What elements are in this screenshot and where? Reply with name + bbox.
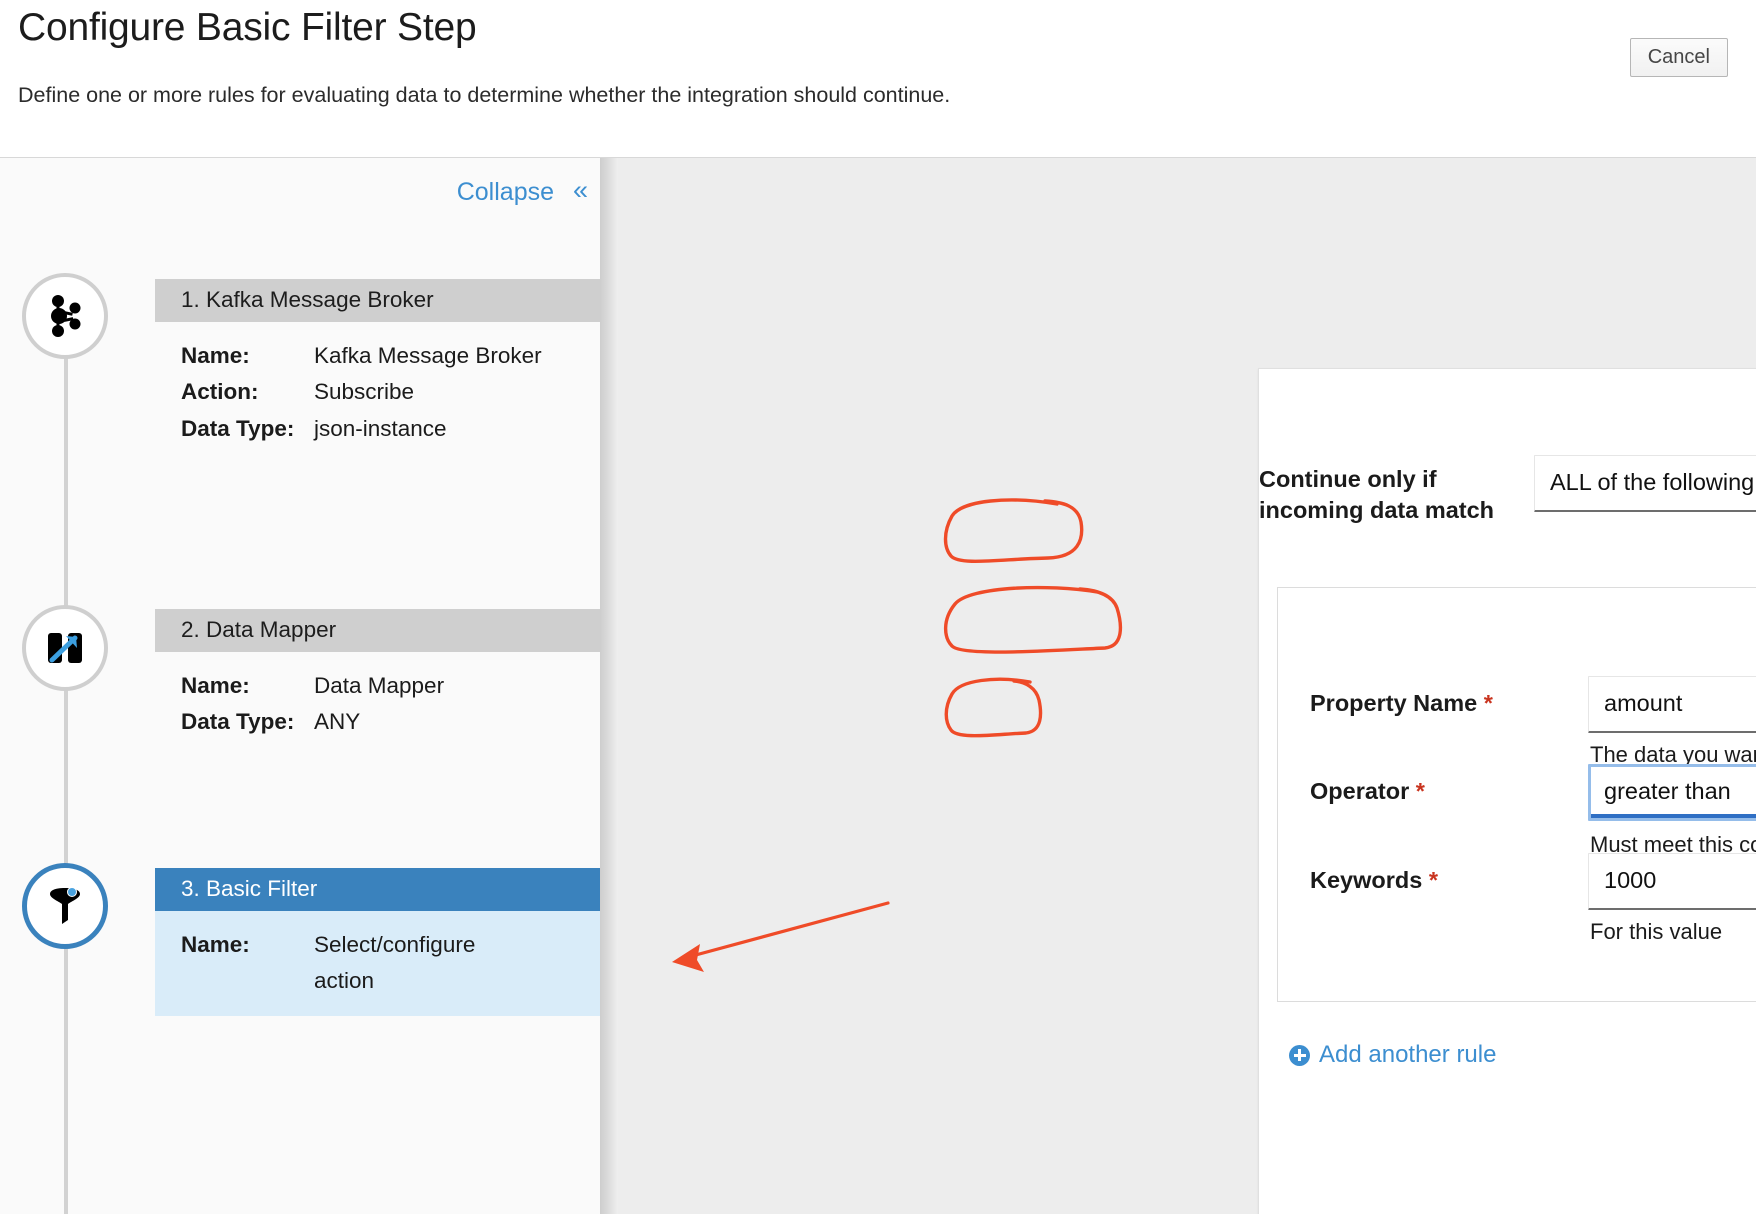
- required-marker: *: [1415, 778, 1425, 804]
- step-node-1[interactable]: [22, 273, 108, 359]
- filter-config-body: Continue only if incoming data match ALL…: [1259, 369, 1756, 1214]
- data-mapper-icon: [48, 633, 82, 663]
- keywords-helper: For this value: [1590, 919, 1723, 944]
- rule-card: Property Name * amount The data you want…: [1277, 587, 1756, 1002]
- field-key: Data Type:: [181, 709, 295, 735]
- step-field-row: Name: Kafka Message Broker: [181, 338, 600, 374]
- cancel-button[interactable]: Cancel: [1629, 38, 1728, 77]
- keywords-value: 1000: [1604, 867, 1657, 893]
- integration-steps-sidebar: Collapse « 1. Kafka Message Broker Name:…: [0, 158, 600, 1214]
- page-header: Configure Basic Filter Step Define one o…: [0, 0, 1756, 158]
- plus-circle-icon: [1289, 1044, 1310, 1066]
- keywords-label: Keywords *: [1310, 867, 1439, 893]
- step-field-row: Action: Subscribe: [181, 374, 600, 410]
- filter-icon: [50, 887, 80, 924]
- field-value: Select/configure action: [314, 932, 476, 994]
- step-card-3-body: Name: Select/configure action: [155, 911, 600, 1016]
- main-stage: Continue only if incoming data match ALL…: [618, 158, 1756, 1214]
- keywords-input-wrap: 1000: [1588, 853, 1756, 910]
- timeline-rail: [64, 348, 68, 1214]
- property-name-input-wrap: amount: [1588, 676, 1756, 733]
- page-title: Configure Basic Filter Step: [18, 6, 477, 49]
- match-type-value: ALL of the following: [1550, 469, 1755, 495]
- filter-config-panel: Continue only if incoming data match ALL…: [1258, 368, 1756, 1214]
- match-type-select[interactable]: ALL of the following: [1534, 455, 1756, 512]
- field-value: Subscribe: [314, 379, 415, 405]
- step-card-1[interactable]: 1. Kafka Message Broker Name: Kafka Mess…: [155, 279, 600, 463]
- match-type-select-wrap: ALL of the following: [1534, 455, 1756, 512]
- step-card-2[interactable]: 2. Data Mapper Name: Data Mapper Data Ty…: [155, 609, 600, 757]
- field-key: Action:: [181, 379, 259, 405]
- keywords-input[interactable]: 1000: [1588, 853, 1756, 910]
- kafka-icon: [51, 295, 81, 337]
- step-node-2[interactable]: [22, 605, 108, 691]
- property-name-label: Property Name *: [1310, 690, 1493, 716]
- step-field-row: Name: Data Mapper: [181, 668, 600, 704]
- app-root: Configure Basic Filter Step Define one o…: [0, 0, 1756, 1214]
- step-card-2-title: 2. Data Mapper: [155, 609, 600, 652]
- operator-select-wrap: greater than: [1588, 764, 1756, 821]
- field-key: Name:: [181, 932, 250, 957]
- step-card-3[interactable]: 3. Basic Filter Name: Select/configure a…: [155, 868, 600, 1016]
- step-card-3-title: 3. Basic Filter: [155, 868, 600, 911]
- collapse-sidebar-button[interactable]: Collapse: [457, 178, 554, 207]
- field-value: Kafka Message Broker: [314, 343, 542, 368]
- step-card-1-title: 1. Kafka Message Broker: [155, 279, 600, 322]
- step-node-3[interactable]: [22, 863, 108, 949]
- add-another-rule-label: Add another rule: [1319, 1041, 1497, 1068]
- operator-value: greater than: [1604, 778, 1731, 804]
- step-field-row: Name: Select/configure action: [181, 927, 495, 1000]
- field-key: Data Type:: [181, 415, 295, 441]
- chevron-double-left-icon[interactable]: «: [573, 175, 588, 206]
- required-marker: *: [1483, 690, 1493, 716]
- field-key: Name:: [181, 673, 250, 698]
- step-card-2-body: Name: Data Mapper Data Type: ANY: [155, 652, 600, 757]
- step-field-row: Data Type: json-instance: [181, 411, 600, 447]
- page-subtitle: Define one or more rules for evaluating …: [18, 83, 951, 107]
- property-name-value: amount: [1604, 690, 1683, 716]
- continue-condition-label: Continue only if incoming data match: [1259, 466, 1495, 524]
- step-field-row: Data Type: ANY: [181, 704, 600, 740]
- add-another-rule-button[interactable]: Add another rule: [1289, 1041, 1496, 1069]
- field-value: json-instance: [314, 415, 447, 441]
- field-value: ANY: [314, 709, 361, 735]
- field-key: Name:: [181, 343, 250, 368]
- property-name-input[interactable]: amount: [1588, 676, 1756, 733]
- sidebar-shadow: [600, 158, 618, 1214]
- required-marker: *: [1428, 867, 1439, 893]
- step-card-1-body: Name: Kafka Message Broker Action: Subsc…: [155, 322, 600, 463]
- field-value: Data Mapper: [314, 673, 445, 698]
- operator-select[interactable]: greater than: [1588, 764, 1756, 821]
- operator-label: Operator *: [1310, 778, 1425, 804]
